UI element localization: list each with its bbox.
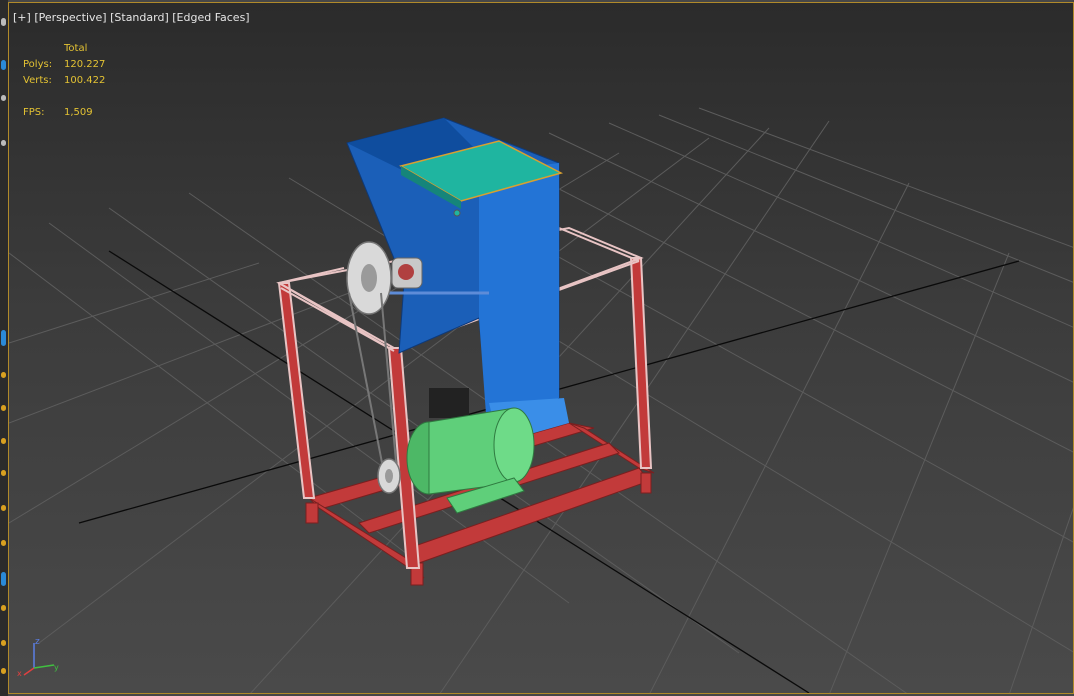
perspective-viewport[interactable]: z x y [+] [Perspective] [Standard] [Edge… <box>8 2 1074 694</box>
toolbar-tool-icon[interactable] <box>1 60 6 70</box>
left-toolbar-strip <box>0 0 8 696</box>
toolbar-tool-icon[interactable] <box>1 95 6 101</box>
stats-polys-label: Polys: <box>23 59 53 70</box>
axis-y-label: y <box>54 663 59 672</box>
scene-canvas[interactable]: z x y <box>9 3 1074 694</box>
axis-x-label: x <box>17 669 22 678</box>
toolbar-key-icon[interactable] <box>1 372 6 378</box>
toolbar-key-icon[interactable] <box>1 540 6 546</box>
viewport-shading-menu[interactable]: [Standard] <box>110 11 169 24</box>
toolbar-key-icon[interactable] <box>1 505 6 511</box>
axis-z-label: z <box>35 637 40 647</box>
viewport-display-menu[interactable]: [Edged Faces] <box>172 11 249 24</box>
toolbar-key-icon[interactable] <box>1 605 6 611</box>
stats-fps-label: FPS: <box>23 107 45 118</box>
stats-fps-value: 1,509 <box>64 107 93 118</box>
toolbar-handle-icon[interactable] <box>1 18 6 26</box>
toolbar-tool-icon[interactable] <box>1 330 6 346</box>
stats-verts-value: 100.422 <box>64 75 106 86</box>
stats-polys-row: Polys: 120.227 <box>23 59 105 70</box>
stats-polys-value: 120.227 <box>64 59 106 70</box>
app-window: z x y [+] [Perspective] [Standard] [Edge… <box>0 0 1074 696</box>
top-pulley[interactable] <box>346 241 392 315</box>
axis-gizmo: z x y <box>17 637 59 678</box>
toolbar-tool-icon[interactable] <box>1 140 6 146</box>
viewport-view-menu[interactable]: [Perspective] <box>34 11 106 24</box>
toolbar-key-icon[interactable] <box>1 405 6 411</box>
toolbar-key-icon[interactable] <box>1 668 6 674</box>
stats-fps-row: FPS: 1,509 <box>23 107 93 118</box>
stats-verts-row: Verts: 100.422 <box>23 75 105 86</box>
viewport-label-menu: [+] [Perspective] [Standard] [Edged Face… <box>13 11 250 24</box>
toolbar-key-icon[interactable] <box>1 438 6 444</box>
toolbar-key-icon[interactable] <box>1 470 6 476</box>
motor-pulley[interactable] <box>377 458 401 494</box>
toolbar-key-icon[interactable] <box>1 640 6 646</box>
stats-verts-label: Verts: <box>23 75 52 86</box>
stats-header: Total <box>64 43 88 54</box>
toolbar-tool-icon[interactable] <box>1 572 6 586</box>
viewport-plus-menu[interactable]: [+] <box>13 11 31 24</box>
